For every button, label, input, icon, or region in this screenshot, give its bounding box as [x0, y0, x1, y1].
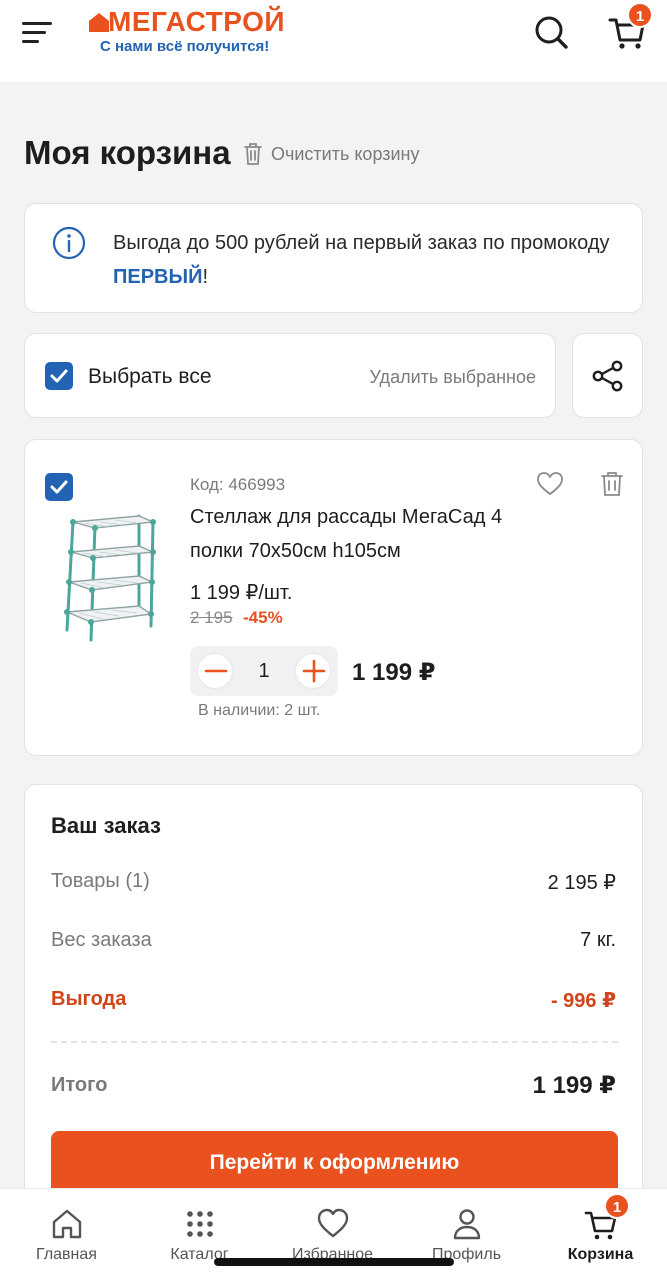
trash-icon	[244, 143, 262, 165]
search-icon[interactable]	[533, 14, 569, 50]
total-value: 1 199 ₽	[532, 1072, 616, 1099]
goods-label: Товары (1)	[51, 870, 150, 892]
share-button[interactable]	[572, 333, 643, 418]
tab-profile[interactable]: Профиль	[400, 1189, 533, 1280]
home-indicator	[214, 1258, 454, 1266]
discount-badge: -45%	[243, 608, 283, 627]
menu-icon[interactable]	[22, 20, 52, 46]
product-image[interactable]	[55, 508, 169, 648]
decrease-quantity-button[interactable]	[197, 653, 233, 689]
logo[interactable]: МЕГАСТРОЙ С нами всё получится!	[88, 6, 288, 60]
promo-text: Выгода до 500 рублей на первый заказ по …	[113, 232, 610, 288]
checkout-button[interactable]: Перейти к оформлению	[51, 1131, 618, 1195]
order-summary: Ваш заказ Товары (1) 2 195 ₽ Вес заказа …	[24, 784, 643, 1244]
tab-cart[interactable]: 1 Корзина	[534, 1189, 667, 1280]
select-all-checkbox[interactable]	[45, 362, 73, 390]
grid-icon	[186, 1211, 213, 1237]
delete-selected-button[interactable]: Удалить выбранное	[370, 367, 536, 388]
quantity-value[interactable]: 1	[246, 660, 282, 683]
increase-quantity-button[interactable]	[295, 653, 331, 689]
select-all-label[interactable]: Выбрать все	[88, 365, 212, 389]
line-total: 1 199 ₽	[352, 659, 436, 686]
cart-item: Код: 466993 Стеллаж для рассады МегаСад …	[24, 439, 643, 756]
info-icon	[52, 226, 86, 260]
promo-banner: Выгода до 500 рублей на первый заказ по …	[24, 203, 643, 313]
page-title: Моя корзина	[24, 134, 231, 171]
cart-count-badge: 1	[604, 1193, 630, 1219]
tab-home[interactable]: Главная	[0, 1189, 133, 1280]
cart-button[interactable]: 1	[607, 2, 653, 52]
tab-label: Корзина	[567, 1246, 634, 1263]
heart-icon[interactable]	[536, 470, 564, 498]
app-header: МЕГАСТРОЙ С нами всё получится! 1	[0, 0, 667, 82]
item-checkbox[interactable]	[45, 473, 73, 501]
weight-label: Вес заказа	[51, 929, 152, 951]
clear-cart-button[interactable]: Очистить корзину	[243, 142, 420, 166]
product-code: Код: 466993	[190, 475, 286, 494]
bottom-tab-bar: Главная Каталог Избранное Профиль 1 Корз…	[0, 1188, 667, 1280]
tab-catalog[interactable]: Каталог	[133, 1189, 266, 1280]
product-name[interactable]: Стеллаж для рассады МегаСад 4 полки 70х5…	[190, 500, 550, 568]
home-icon	[52, 1209, 81, 1239]
logo-tagline: С нами всё получится!	[100, 38, 270, 55]
order-title: Ваш заказ	[51, 813, 161, 838]
stock-status: В наличии: 2 шт.	[198, 702, 321, 719]
cart-count-badge: 1	[627, 2, 653, 28]
plus-icon	[302, 659, 326, 683]
share-icon	[592, 360, 623, 392]
tab-favorites[interactable]: Избранное	[266, 1189, 399, 1280]
checkmark-icon	[50, 369, 68, 383]
divider	[51, 1041, 618, 1043]
tab-label: Главная	[36, 1246, 97, 1263]
unit-price: 1 199 ₽/шт.	[190, 582, 293, 604]
minus-icon	[204, 669, 228, 673]
logo-house-icon	[89, 13, 109, 32]
old-price: 2 195	[190, 608, 233, 627]
heart-icon	[317, 1208, 348, 1238]
quantity-stepper: 1	[190, 646, 338, 696]
clear-cart-label: Очистить корзину	[271, 143, 420, 164]
promo-code: ПЕРВЫЙ	[113, 266, 203, 288]
logo-name: МЕГАСТРОЙ	[108, 6, 285, 37]
weight-value: 7 кг.	[580, 929, 616, 951]
trash-icon[interactable]	[598, 470, 626, 498]
profile-icon	[453, 1209, 480, 1240]
benefit-label: Выгода	[51, 988, 127, 1010]
benefit-value: - 996 ₽	[550, 990, 616, 1012]
checkmark-icon	[50, 480, 68, 494]
select-all-bar: Выбрать все Удалить выбранное	[24, 333, 556, 418]
total-label: Итого	[51, 1074, 108, 1096]
goods-value: 2 195 ₽	[547, 872, 616, 894]
